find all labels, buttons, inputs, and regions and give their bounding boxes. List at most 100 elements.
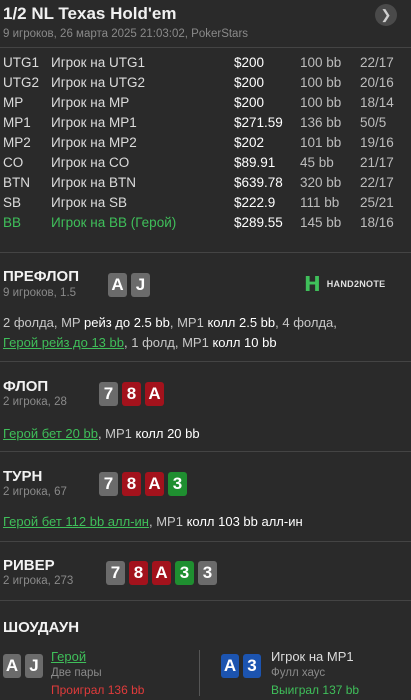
action-text: рейз до 2.5 bb (83, 315, 170, 330)
street-title-preflop: ПРЕФЛОП (3, 268, 79, 285)
card: 8 (122, 472, 141, 496)
logo-text: HAND2NOTE (326, 279, 386, 289)
hero-name-link[interactable]: Герой (51, 649, 86, 664)
preflop-action-line-1: 2 фолда, MP рейз до 2.5 bb, MP1 колл 2.5… (3, 313, 337, 333)
hero-action-link[interactable]: Герой рейз до 13 bb (3, 335, 124, 350)
card: 3 (168, 472, 187, 496)
player-name: Игрок на UTG2 (51, 75, 146, 90)
player-position: UTG2 (3, 75, 40, 90)
villain-result: Выиграл 137 bb (271, 683, 360, 697)
street-title-river: РИВЕР (3, 557, 55, 574)
player-row[interactable]: BTN Игрок на BTN $639.78 320 bb 22/17 (0, 174, 411, 194)
card: J (25, 654, 43, 678)
hero-action-link[interactable]: Герой бет 112 bb алл-ин (3, 514, 149, 529)
action-text: колл 2.5 bb (207, 315, 276, 330)
preflop-action-line-2: Герой рейз до 13 bb, 1 фолд, MP1 колл 10… (3, 333, 277, 353)
player-stack: $202 (234, 135, 265, 150)
board-cards-flop: 7 8 A (99, 382, 164, 406)
card: A (152, 561, 171, 585)
player-row[interactable]: MP1 Игрок на MP1 $271.59 136 bb 50/5 (0, 114, 411, 134)
player-name: Игрок на BB (Герой) (51, 215, 177, 230)
player-name: Игрок на MP2 (51, 135, 137, 150)
card: 8 (129, 561, 148, 585)
card: J (131, 273, 150, 297)
card: A (3, 654, 21, 678)
card: 3 (243, 654, 261, 678)
player-row-hero[interactable]: BB Игрок на BB (Герой) $289.55 145 bb 18… (0, 214, 411, 234)
player-row[interactable]: UTG1 Игрок на UTG1 $200 100 bb 22/17 (0, 54, 411, 74)
card: A (221, 654, 239, 678)
player-name: Игрок на MP (51, 95, 130, 110)
player-stack: $639.78 (234, 175, 283, 190)
card: 7 (106, 561, 125, 585)
player-position: UTG1 (3, 55, 40, 70)
player-stack-bb: 145 bb (300, 215, 342, 230)
player-stats: 22/17 (360, 55, 394, 70)
hand-subtitle: 9 игроков, 26 марта 2025 21:03:02, Poker… (3, 28, 249, 40)
player-position: CO (3, 155, 24, 170)
player-row[interactable]: UTG2 Игрок на UTG2 $200 100 bb 20/16 (0, 74, 411, 94)
hero-result: Проиграл 136 bb (51, 683, 145, 697)
player-position: BTN (3, 175, 30, 190)
action-text: , MP1 (148, 514, 187, 529)
player-name: Игрок на CO (51, 155, 130, 170)
player-stack-bb: 45 bb (300, 155, 334, 170)
hand2note-logo: H HAND2NOTE (304, 272, 386, 296)
player-stats: 20/16 (360, 75, 394, 90)
player-position: BB (3, 215, 22, 230)
player-row[interactable]: SB Игрок на SB $222.9 111 bb 25/21 (0, 194, 411, 214)
divider (0, 252, 411, 253)
player-name: Игрок на SB (51, 195, 128, 210)
card: A (108, 273, 127, 297)
player-position: MP2 (3, 135, 31, 150)
action-text: , MP1 (97, 426, 136, 441)
player-stack-bb: 101 bb (300, 135, 342, 150)
villain-combination: Фулл хаус (271, 667, 326, 679)
turn-action-line: Герой бет 112 bb алл-ин, MP1 колл 103 bb… (3, 512, 303, 532)
player-stack: $200 (234, 75, 265, 90)
divider (0, 361, 411, 362)
player-stack: $289.55 (234, 215, 283, 230)
player-stats: 21/17 (360, 155, 394, 170)
player-stack: $271.59 (234, 115, 283, 130)
player-stack-bb: 111 bb (300, 195, 340, 210)
card: 3 (175, 561, 194, 585)
board-cards-river: 7 8 A 3 3 (106, 561, 217, 585)
player-stats: 22/17 (360, 175, 394, 190)
logo-mark: H (304, 272, 321, 296)
player-stack-bb: 100 bb (300, 95, 342, 110)
action-text: колл 10 bb (212, 335, 277, 350)
hero-hole-cards: A J (108, 273, 150, 297)
divider (0, 47, 411, 48)
street-info-flop: 2 игрока, 28 (3, 396, 67, 408)
player-row[interactable]: CO Игрок на CO $89.91 45 bb 21/17 (0, 154, 411, 174)
player-name: Игрок на BTN (51, 175, 137, 190)
card: 7 (99, 382, 118, 406)
villain-name: Игрок на MP1 (271, 649, 354, 664)
player-row[interactable]: MP2 Игрок на MP2 $202 101 bb 19/16 (0, 134, 411, 154)
villain-showdown-cards: A 3 (221, 654, 261, 678)
divider (0, 600, 411, 601)
action-text: колл 20 bb (135, 426, 200, 441)
street-info-preflop: 9 игроков, 1.5 (3, 287, 77, 299)
card: 8 (122, 382, 141, 406)
player-position: SB (3, 195, 22, 210)
player-stack: $222.9 (234, 195, 276, 210)
player-stack: $200 (234, 95, 265, 110)
player-stack-bb: 100 bb (300, 55, 342, 70)
player-stats: 25/21 (360, 195, 394, 210)
player-name: Игрок на UTG1 (51, 55, 146, 70)
player-stats: 19/16 (360, 135, 394, 150)
hero-action-link[interactable]: Герой бет 20 bb (3, 426, 98, 441)
player-row[interactable]: MP Игрок на MP $200 100 bb 18/14 (0, 94, 411, 114)
card: A (145, 472, 164, 496)
chevron-right-icon[interactable]: ❯ (375, 4, 397, 26)
divider (199, 650, 200, 696)
player-name: Игрок на MP1 (51, 115, 137, 130)
board-cards-turn: 7 8 A 3 (99, 472, 187, 496)
player-stack-bb: 320 bb (300, 175, 342, 190)
hero-showdown-cards: A J (3, 654, 43, 678)
street-info-turn: 2 игрока, 67 (3, 486, 67, 498)
player-stats: 18/16 (360, 215, 394, 230)
card: 3 (198, 561, 217, 585)
